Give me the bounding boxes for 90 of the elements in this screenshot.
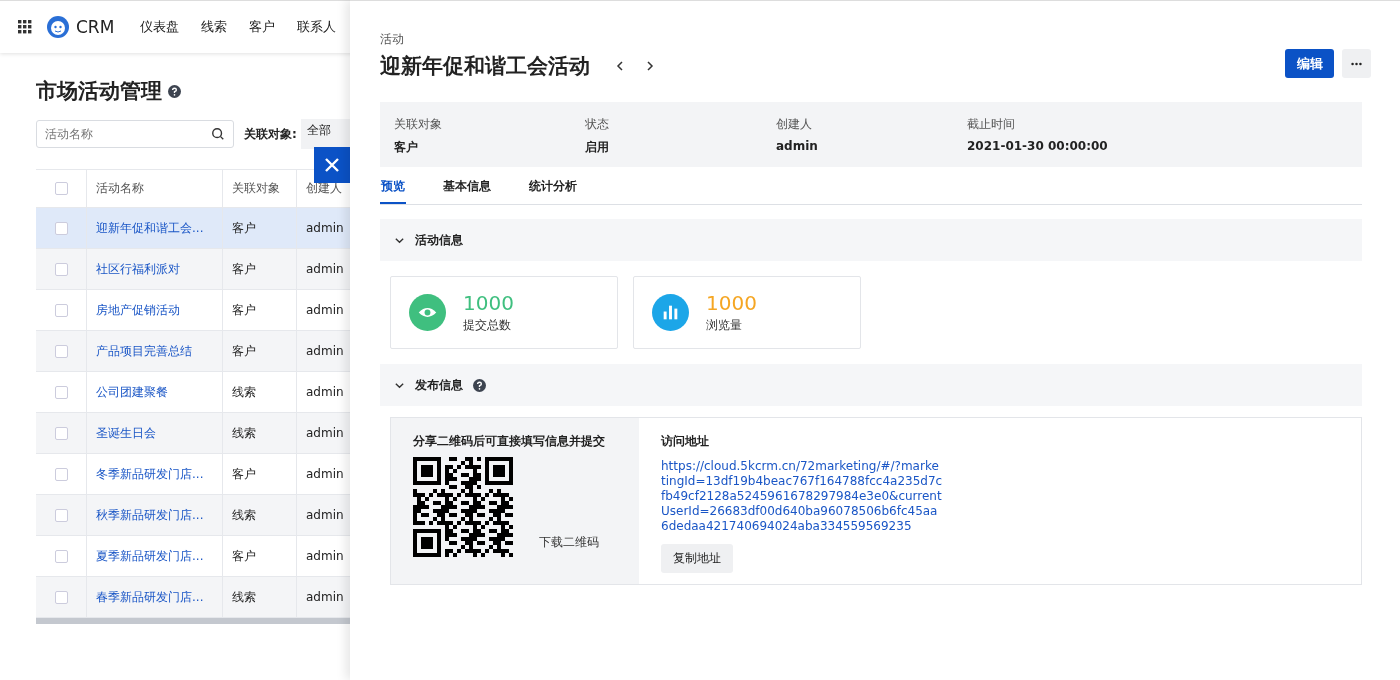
stat-value: 1000	[463, 291, 514, 315]
url-link[interactable]: https://cloud.5kcrm.cn/72marketing/#/?marketingId=13df19b4beac767f164788fcc4a235d7cfb49cf2128a5245961678297984e3e0&currentUserId=26683df00d640ba96078506b6fc45aa6dedaa421740694024aba334559569235	[661, 459, 943, 534]
field-label: 创建人	[776, 116, 813, 133]
row-checkbox[interactable]	[54, 221, 68, 235]
row-checkbox[interactable]	[54, 385, 68, 399]
nav-link[interactable]: 仪表盘	[140, 18, 180, 36]
table-cell-text: admin	[305, 261, 345, 278]
row-checkbox[interactable]	[54, 426, 68, 440]
activity-name-link[interactable]: 产品项目完善总结	[87, 331, 223, 371]
table-cell-text: admin	[305, 589, 345, 606]
field-value: admin	[776, 139, 819, 153]
row-checkbox[interactable]	[54, 549, 68, 563]
table-cell: 客户	[223, 208, 297, 248]
more-icon[interactable]	[1351, 61, 1362, 66]
activity-name-link[interactable]: 公司团建聚餐	[87, 372, 223, 412]
stat-value: 1000	[706, 291, 757, 315]
table-cell-text: admin	[305, 548, 345, 565]
nav-link[interactable]: 线索	[201, 18, 228, 36]
table-cell-text: admin	[305, 507, 345, 524]
table-cell: 客户	[223, 536, 297, 576]
url-label: 访问地址	[661, 433, 710, 450]
app-name: CRM	[76, 17, 115, 37]
activity-name-link[interactable]: 圣诞生日会	[87, 413, 223, 453]
table-cell-text: admin	[305, 384, 345, 401]
table-cell: 线索	[223, 413, 297, 453]
table-cell-text: admin	[305, 343, 345, 360]
table-cell: 客户	[223, 290, 297, 330]
next-icon[interactable]	[644, 60, 656, 72]
tab[interactable]: 预览	[380, 177, 406, 204]
activity-name-link[interactable]: 夏季新品研发门店...	[87, 536, 223, 576]
field-value: 启用	[585, 139, 610, 156]
table-cell-text: admin	[305, 425, 345, 442]
tab[interactable]: 基本信息	[442, 177, 492, 204]
activity-name-link[interactable]: 迎新年促和谐工会...	[87, 208, 223, 248]
nav-link[interactable]: 客户	[249, 18, 276, 36]
select-all-checkbox[interactable]	[54, 182, 68, 195]
tab[interactable]: 统计分析	[528, 177, 578, 204]
activity-name-link[interactable]: 秋季新品研发门店...	[87, 495, 223, 535]
section-header[interactable]: 发布信息	[380, 364, 1362, 406]
section-title: 活动信息	[415, 231, 463, 249]
field-value: 客户	[394, 139, 419, 156]
help-icon[interactable]	[473, 378, 486, 392]
field-label: 状态	[585, 116, 610, 133]
row-checkbox[interactable]	[54, 262, 68, 276]
activity-name-link[interactable]: 春季新品研发门店...	[87, 577, 223, 617]
bar-chart-icon	[652, 294, 689, 331]
table-cell: 客户	[223, 331, 297, 371]
activity-name-link[interactable]: 社区行福利派对	[87, 249, 223, 289]
row-checkbox[interactable]	[54, 590, 68, 604]
table-cell-text: admin	[305, 220, 345, 237]
column-header: 创建人	[305, 180, 343, 197]
stat-label: 提交总数	[463, 317, 512, 334]
filter-label: 关联对象:	[244, 125, 297, 143]
nav-link[interactable]: 联系人	[297, 18, 337, 36]
previous-icon[interactable]	[614, 60, 626, 72]
close-button[interactable]	[314, 147, 350, 183]
page-title: 市场活动管理	[36, 78, 162, 105]
table-cell: 客户	[223, 454, 297, 494]
download-qr-link[interactable]: 下载二维码	[539, 534, 599, 551]
field-label: 截止时间	[967, 116, 1016, 133]
column-header: 关联对象	[223, 170, 297, 207]
drawer-title: 迎新年促和谐工会活动	[380, 53, 590, 80]
column-header: 活动名称	[87, 170, 223, 207]
row-checkbox[interactable]	[54, 508, 68, 522]
help-icon[interactable]	[168, 84, 181, 98]
table-cell-text: admin	[305, 466, 345, 483]
table-cell: 线索	[223, 372, 297, 412]
activity-name-link[interactable]: 冬季新品研发门店...	[87, 454, 223, 494]
table-cell-text: admin	[305, 302, 345, 319]
apps-grid-icon[interactable]	[18, 20, 32, 34]
field-value: 2021-01-30 00:00:00	[967, 139, 1108, 153]
close-icon[interactable]	[324, 157, 340, 173]
row-checkbox[interactable]	[54, 467, 68, 481]
edit-button[interactable]: 编辑	[1285, 49, 1334, 78]
search-icon[interactable]	[211, 127, 225, 141]
activity-name-link[interactable]: 房地产促销活动	[87, 290, 223, 330]
drawer-caption: 活动	[380, 31, 405, 48]
table-cell: 线索	[223, 495, 297, 535]
eye-icon	[409, 294, 446, 331]
qr-caption: 分享二维码后可直接填写信息并提交	[413, 433, 606, 450]
row-checkbox[interactable]	[54, 344, 68, 358]
section-title: 发布信息	[415, 376, 463, 394]
search-field[interactable]: 活动名称	[36, 120, 234, 148]
copy-address-button[interactable]: 复制地址	[661, 544, 733, 573]
row-checkbox[interactable]	[54, 303, 68, 317]
section-header[interactable]: 活动信息	[380, 219, 1362, 261]
table-cell: 客户	[223, 249, 297, 289]
table-cell: 线索	[223, 577, 297, 617]
stat-label: 浏览量	[706, 317, 743, 334]
field-label: 关联对象	[394, 116, 443, 133]
